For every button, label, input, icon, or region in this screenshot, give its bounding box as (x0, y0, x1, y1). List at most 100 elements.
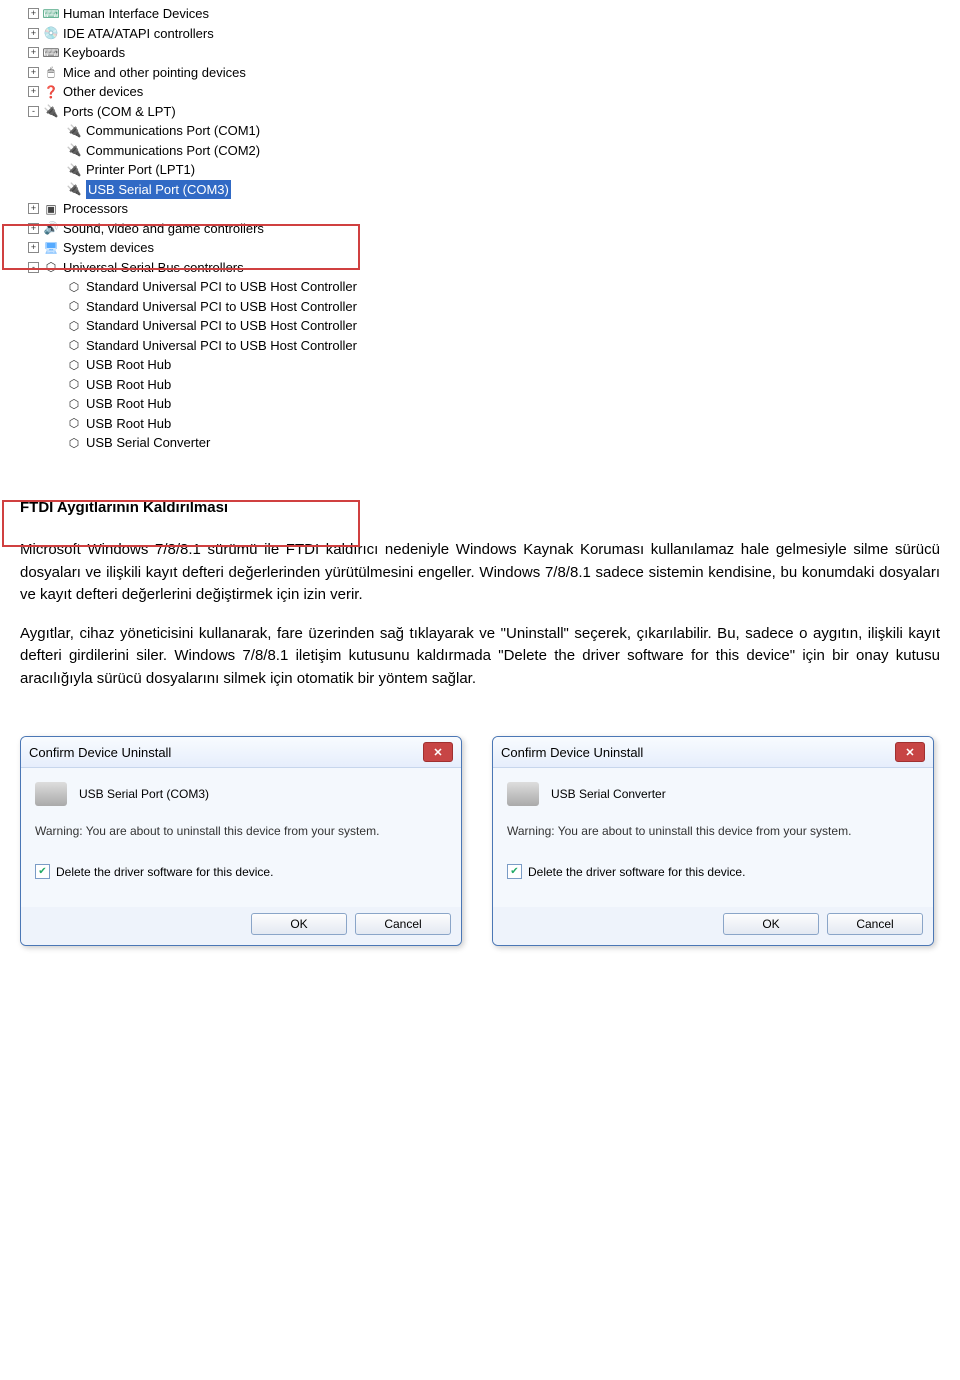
close-icon[interactable]: ✕ (423, 742, 453, 762)
delete-driver-checkbox[interactable]: ✔ (507, 864, 522, 879)
dialog-body: USB Serial Converter Warning: You are ab… (493, 768, 933, 907)
tree-item-label: USB Root Hub (86, 394, 171, 414)
expand-icon[interactable]: + (28, 86, 39, 97)
checkbox-label: Delete the driver software for this devi… (528, 865, 745, 879)
tree-item[interactable]: ⬡Standard Universal PCI to USB Host Cont… (8, 277, 952, 297)
article-body: FTDI Aygıtlarının Kaldırılması Microsoft… (0, 457, 960, 727)
ok-button[interactable]: OK (723, 913, 819, 935)
warning-text: Warning: You are about to uninstall this… (35, 824, 447, 838)
tree-item-label: Standard Universal PCI to USB Host Contr… (86, 316, 357, 336)
tree-item[interactable]: + ❓Other devices (8, 82, 952, 102)
device-category-icon: ⬡ (66, 298, 82, 314)
expand-icon[interactable]: + (28, 28, 39, 39)
device-name: USB Serial Converter (551, 787, 666, 801)
tree-item[interactable]: ⬡USB Root Hub (8, 375, 952, 395)
tree-item-label: Standard Universal PCI to USB Host Contr… (86, 277, 357, 297)
device-category-icon: 🔌 (66, 123, 82, 139)
tree-item-label: System devices (63, 238, 154, 258)
device-category-icon: 🔌 (66, 162, 82, 178)
tree-item-label: IDE ATA/ATAPI controllers (63, 24, 214, 44)
device-category-icon: ⬡ (43, 259, 59, 275)
dialogs-row: Confirm Device Uninstall ✕ USB Serial Po… (0, 726, 960, 956)
delete-driver-checkbox[interactable]: ✔ (35, 864, 50, 879)
tree-item-label: Printer Port (LPT1) (86, 160, 195, 180)
expand-icon[interactable]: + (28, 67, 39, 78)
dialog-uninstall-converter: Confirm Device Uninstall ✕ USB Serial Co… (492, 736, 934, 946)
article-heading: FTDI Aygıtlarının Kaldırılması (20, 497, 940, 520)
tree-item-label: USB Serial Converter (86, 433, 210, 453)
device-category-icon: 💿 (43, 25, 59, 41)
tree-item[interactable]: ⬡Standard Universal PCI to USB Host Cont… (8, 316, 952, 336)
device-category-icon: 🔌 (66, 181, 82, 197)
tree-item-label: Processors (63, 199, 128, 219)
tree-item[interactable]: ⬡USB Root Hub (8, 394, 952, 414)
dialog-title-text: Confirm Device Uninstall (501, 745, 643, 760)
device-category-icon: ⬡ (66, 279, 82, 295)
tree-item[interactable]: 🔌Communications Port (COM1) (8, 121, 952, 141)
tree-item-label: Standard Universal PCI to USB Host Contr… (86, 297, 357, 317)
tree-item-label: Other devices (63, 82, 143, 102)
device-category-icon: 🖥 (43, 240, 59, 256)
cancel-button[interactable]: Cancel (355, 913, 451, 935)
device-category-icon: ⬡ (66, 318, 82, 334)
device-category-icon: ⬡ (66, 357, 82, 373)
tree-item-label: Ports (COM & LPT) (63, 102, 176, 122)
expand-icon[interactable]: + (28, 203, 39, 214)
tree-item-label: Communications Port (COM1) (86, 121, 260, 141)
dialog-titlebar: Confirm Device Uninstall ✕ (493, 737, 933, 768)
dialog-titlebar: Confirm Device Uninstall ✕ (21, 737, 461, 768)
device-category-icon: 🔊 (43, 220, 59, 236)
tree-item[interactable]: ⬡USB Root Hub (8, 414, 952, 434)
device-category-icon: ❓ (43, 84, 59, 100)
close-icon[interactable]: ✕ (895, 742, 925, 762)
collapse-icon[interactable]: - (28, 262, 39, 273)
tree-item[interactable]: 🔌Communications Port (COM2) (8, 141, 952, 161)
dialog-body: USB Serial Port (COM3) Warning: You are … (21, 768, 461, 907)
tree-item[interactable]: 🔌USB Serial Port (COM3) (8, 180, 952, 200)
tree-item[interactable]: -⬡Universal Serial Bus controllers (8, 258, 952, 278)
checkbox-label: Delete the driver software for this devi… (56, 865, 273, 879)
device-category-icon: 🔌 (66, 142, 82, 158)
expand-icon[interactable]: + (28, 223, 39, 234)
tree-item[interactable]: -🔌Ports (COM & LPT) (8, 102, 952, 122)
tree-item-label: Standard Universal PCI to USB Host Contr… (86, 336, 357, 356)
tree-item[interactable]: + ⌨Human Interface Devices (8, 4, 952, 24)
tree-item[interactable]: ⬡Standard Universal PCI to USB Host Cont… (8, 336, 952, 356)
device-category-icon: ▣ (43, 201, 59, 217)
tree-item[interactable]: + ▣Processors (8, 199, 952, 219)
device-category-icon: ⬡ (66, 435, 82, 451)
tree-item[interactable]: + 🔊Sound, video and game controllers (8, 219, 952, 239)
cancel-button[interactable]: Cancel (827, 913, 923, 935)
article-p2: Aygıtlar, cihaz yöneticisini kullanarak,… (20, 623, 940, 691)
tree-item[interactable]: + ⌨Keyboards (8, 43, 952, 63)
tree-item-label: USB Root Hub (86, 414, 171, 434)
tree-item-label: Keyboards (63, 43, 125, 63)
tree-item[interactable]: ⬡Standard Universal PCI to USB Host Cont… (8, 297, 952, 317)
device-category-icon: ⌨ (43, 6, 59, 22)
device-category-icon: 🖱 (43, 64, 59, 80)
tree-item[interactable]: ⬡USB Root Hub (8, 355, 952, 375)
warning-text: Warning: You are about to uninstall this… (507, 824, 919, 838)
device-category-icon: ⬡ (66, 337, 82, 353)
expand-icon[interactable]: + (28, 47, 39, 58)
tree-item-label: Universal Serial Bus controllers (63, 258, 244, 278)
device-name: USB Serial Port (COM3) (79, 787, 209, 801)
tree-item-label: Human Interface Devices (63, 4, 209, 24)
device-category-icon: ⬡ (66, 376, 82, 392)
expand-icon[interactable]: + (28, 242, 39, 253)
device-icon (35, 782, 67, 806)
tree-item[interactable]: ⬡USB Serial Converter (8, 433, 952, 453)
collapse-icon[interactable]: - (28, 106, 39, 117)
tree-item[interactable]: + 🖥System devices (8, 238, 952, 258)
ok-button[interactable]: OK (251, 913, 347, 935)
article-p1: Microsoft Windows 7/8/8.1 sürümü ile FTD… (20, 539, 940, 607)
expand-icon[interactable]: + (28, 8, 39, 19)
tree-item-label: USB Serial Port (COM3) (86, 180, 231, 200)
tree-item-label: Sound, video and game controllers (63, 219, 264, 239)
device-category-icon: ⬡ (66, 415, 82, 431)
tree-item[interactable]: +🖱Mice and other pointing devices (8, 63, 952, 83)
device-category-icon: ⌨ (43, 45, 59, 61)
device-icon (507, 782, 539, 806)
tree-item[interactable]: 🔌Printer Port (LPT1) (8, 160, 952, 180)
tree-item[interactable]: + 💿IDE ATA/ATAPI controllers (8, 24, 952, 44)
